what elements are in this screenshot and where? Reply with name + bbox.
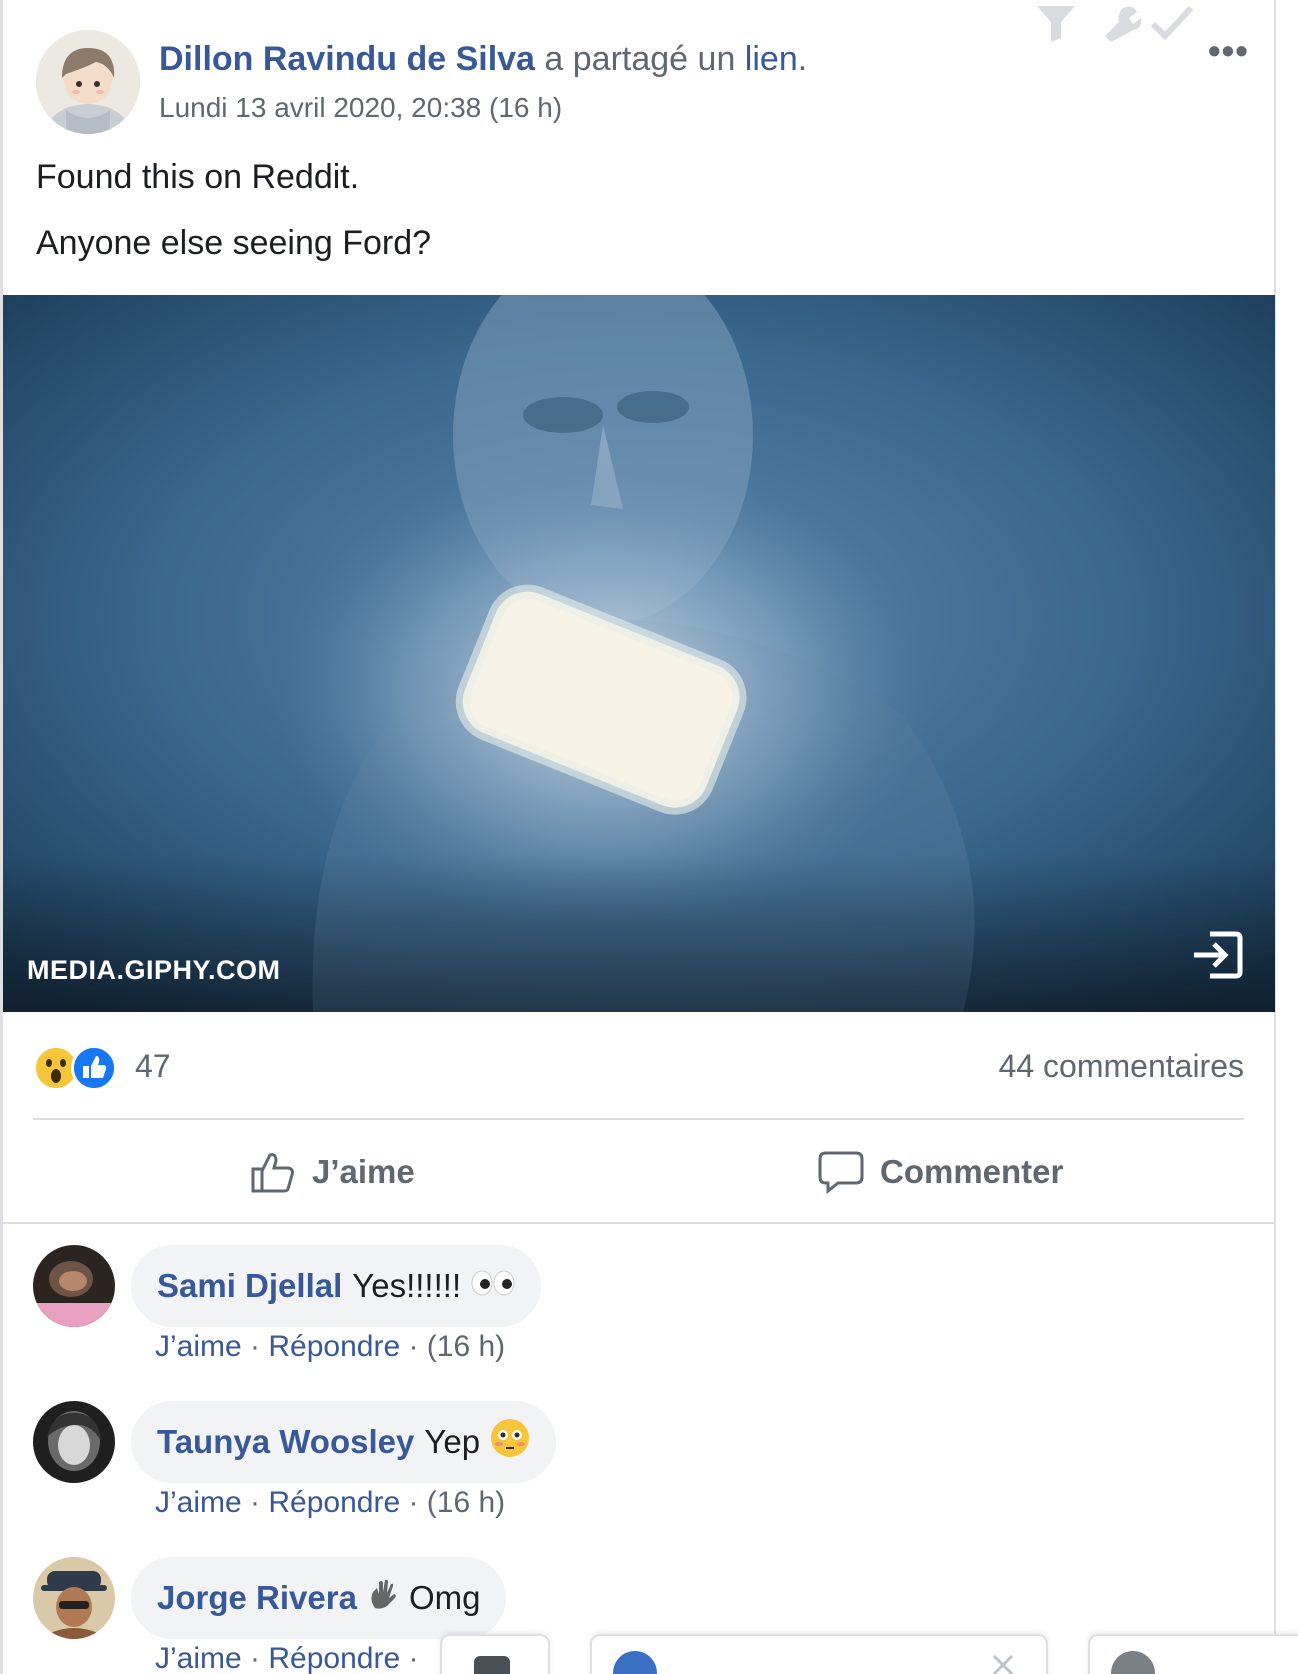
- chat-tab-compose[interactable]: [440, 1634, 550, 1674]
- post-text-line-1: Found this on Reddit.: [36, 158, 360, 196]
- commenter-name[interactable]: Jorge Rivera: [157, 1579, 357, 1617]
- meta-sep: ·: [241, 1642, 269, 1674]
- comment-reply-link[interactable]: Répondre: [268, 1642, 400, 1674]
- link-preview-gif[interactable]: [3, 295, 1275, 1012]
- page: Dillon Ravindu de Silva a partagé un lie…: [0, 0, 1298, 1674]
- shared-link[interactable]: lien: [745, 40, 798, 78]
- author-avatar[interactable]: [36, 30, 140, 134]
- comment-bubble-icon: [818, 1151, 864, 1195]
- comment-like-link[interactable]: J’aime: [155, 1642, 242, 1674]
- open-link-icon[interactable]: [1190, 928, 1244, 982]
- comment-button[interactable]: Commenter: [818, 1142, 1063, 1202]
- post-text-line-2: Anyone else seeing Ford?: [36, 224, 432, 262]
- comment-bubble: Sami Djellal Yes!!!!!!: [131, 1245, 542, 1327]
- comment-like-link[interactable]: J’aime: [155, 1330, 242, 1363]
- waving-hand-icon: [367, 1578, 399, 1618]
- like-button[interactable]: J’aime: [250, 1142, 415, 1202]
- comment-text: Yep: [424, 1423, 481, 1460]
- filter-icon: [1037, 6, 1075, 42]
- comment-time[interactable]: ·: [400, 1642, 418, 1674]
- chat-avatar-icon: [1111, 1651, 1155, 1674]
- shared-text: a partagé un: [534, 40, 745, 78]
- comment-bubble: Jorge Rivera Omg: [131, 1557, 507, 1639]
- comment-bubble: Taunya Woosley Yep: [131, 1401, 557, 1483]
- meta-sep: ·: [241, 1330, 269, 1363]
- wrench-icon: [1105, 6, 1142, 42]
- like-reaction-icon: [71, 1045, 117, 1091]
- meta-sep: ·: [241, 1486, 269, 1519]
- more-options-button[interactable]: •••: [1208, 30, 1249, 72]
- comment-meta: J’aime · Répondre · (16 h): [155, 1486, 505, 1520]
- actions-divider: [3, 1222, 1275, 1224]
- comment-text: Omg: [408, 1579, 481, 1616]
- admin-tools: [1033, 2, 1203, 46]
- commenter-name[interactable]: Taunya Woosley: [157, 1423, 414, 1461]
- comment-time[interactable]: · (16 h): [400, 1330, 505, 1363]
- chat-tab-conversation[interactable]: [1088, 1634, 1298, 1674]
- thumbs-up-icon: [251, 1153, 294, 1193]
- post-timestamp[interactable]: Lundi 13 avril 2020, 20:38 (16 h): [159, 92, 562, 124]
- compose-icon: [474, 1656, 510, 1674]
- chat-tab-conversation[interactable]: [590, 1634, 1048, 1674]
- close-icon[interactable]: [988, 1650, 1018, 1674]
- checkmark-icon: [1150, 5, 1194, 41]
- reaction-count[interactable]: 47: [135, 1048, 171, 1085]
- post-header: Dillon Ravindu de Silva a partagé un lie…: [159, 40, 807, 79]
- like-button-label: J’aime: [312, 1153, 415, 1190]
- flushed-emoji-icon: [490, 1418, 530, 1466]
- comment-count-link[interactable]: 44 commentaires: [999, 1048, 1244, 1085]
- header-period: .: [797, 40, 808, 78]
- comment-text: Yes!!!!!!: [352, 1267, 462, 1304]
- eyes-emoji-icon: [471, 1267, 515, 1305]
- commenter-name[interactable]: Sami Djellal: [157, 1267, 342, 1305]
- commenter-avatar[interactable]: [33, 1245, 115, 1327]
- comment-reply-link[interactable]: Répondre: [268, 1486, 400, 1519]
- comment-time[interactable]: · (16 h): [400, 1486, 505, 1519]
- chat-avatar-icon: [613, 1651, 657, 1674]
- comment-button-label: Commenter: [880, 1153, 1064, 1190]
- comment-reply-link[interactable]: Répondre: [268, 1330, 400, 1363]
- commenter-avatar[interactable]: [33, 1401, 115, 1483]
- comment-meta: J’aime · Répondre · (16 h): [155, 1330, 505, 1364]
- media-source-label[interactable]: MEDIA.GIPHY.COM: [27, 955, 281, 986]
- comment-meta: J’aime · Répondre ·: [155, 1642, 418, 1674]
- comment-like-link[interactable]: J’aime: [155, 1486, 242, 1519]
- author-name-link[interactable]: Dillon Ravindu de Silva: [159, 40, 535, 78]
- commenter-avatar[interactable]: [33, 1557, 115, 1639]
- stats-divider: [33, 1118, 1244, 1120]
